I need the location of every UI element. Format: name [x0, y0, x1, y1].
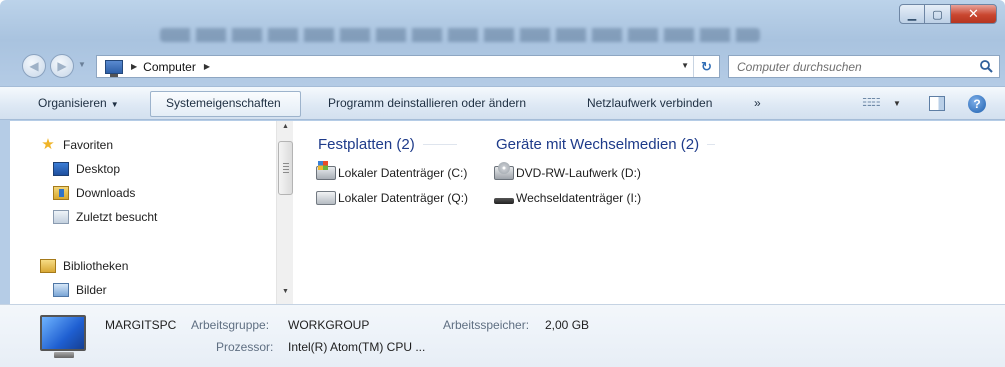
search-placeholder: Computer durchsuchen — [737, 59, 862, 74]
sidebar-item-downloads[interactable]: Downloads — [53, 183, 135, 203]
recent-pages-dropdown[interactable]: ▼ — [78, 60, 86, 69]
desktop-icon — [53, 162, 69, 176]
drive-label: Lokaler Datenträger (Q:) — [338, 191, 469, 205]
scroll-down-button[interactable]: ▼ — [277, 288, 294, 302]
grip-icon — [283, 163, 289, 173]
search-icon[interactable] — [979, 59, 993, 73]
hard-drive-icon — [316, 191, 336, 205]
sidebar-item-label: Favoriten — [63, 138, 114, 152]
back-button[interactable]: ◀ — [22, 54, 46, 78]
drive-label: Lokaler Datenträger (C:) — [338, 166, 468, 180]
blurred-title-text — [160, 28, 760, 42]
title-bar[interactable]: ▁ ▢ ✕ — [0, 0, 1005, 44]
preview-pane-icon[interactable] — [929, 96, 945, 111]
breadcrumb-separator[interactable]: ▶ — [131, 62, 137, 71]
address-dropdown[interactable]: ▼ — [681, 61, 689, 70]
navigation-scrollbar[interactable]: ▲ ▼ — [276, 121, 293, 304]
forward-button[interactable]: ▶ — [50, 54, 74, 78]
details-pane: MARGITSPC Arbeitsgruppe: WORKGROUP Arbei… — [0, 304, 1005, 367]
downloads-icon — [53, 186, 69, 200]
sidebar-item-label: Bilder — [76, 283, 107, 297]
monitor-icon — [40, 315, 86, 351]
content-pane: Festplatten (2) Geräte mit Wechselmedien… — [296, 121, 1005, 304]
library-icon — [40, 259, 56, 273]
caption-buttons: ▁ ▢ ✕ — [899, 4, 997, 26]
more-commands-button[interactable]: » — [754, 96, 761, 110]
breadcrumb-separator[interactable]: ▶ — [204, 62, 210, 71]
group-header-removable-devices[interactable]: Geräte mit Wechselmedien (2) — [496, 136, 716, 153]
group-title: Festplatten (2) — [318, 136, 415, 153]
sidebar-item-label: Bibliotheken — [63, 259, 129, 273]
map-network-drive-button[interactable]: Netzlaufwerk verbinden — [587, 96, 712, 110]
organize-label: Organisieren — [38, 96, 107, 110]
recent-places-icon — [53, 210, 69, 224]
group-divider — [422, 144, 457, 145]
processor-value: Intel(R) Atom(TM) CPU ... — [288, 340, 426, 354]
address-row: ◀ ▶ ▼ ▶ Computer ▶ ▼ ↻ Computer durchsuc… — [0, 50, 1005, 82]
sidebar-item-libraries[interactable]: Bibliotheken — [40, 256, 128, 276]
drive-item-c[interactable]: Lokaler Datenträger (C:) — [316, 161, 468, 183]
dvd-drive-icon — [494, 162, 514, 180]
minimize-button[interactable]: ▁ — [899, 4, 925, 24]
system-properties-button[interactable]: Systemeigenschaften — [166, 96, 281, 110]
drive-item-q[interactable]: Lokaler Datenträger (Q:) — [316, 188, 468, 208]
scroll-up-button[interactable]: ▲ — [277, 123, 294, 137]
group-header-hard-drives[interactable]: Festplatten (2) — [318, 136, 457, 153]
refresh-button[interactable]: ↻ — [693, 56, 719, 77]
computer-icon — [105, 59, 123, 77]
group-title: Geräte mit Wechselmedien (2) — [496, 136, 700, 153]
memory-label: Arbeitsspeicher: — [443, 318, 530, 332]
command-bar: Organisieren ▼ Systemeigenschaften Progra… — [0, 86, 1005, 120]
computer-name: MARGITSPC — [105, 318, 177, 332]
help-icon[interactable]: ? — [968, 95, 986, 113]
view-options-icon[interactable]: ☷☷ — [862, 96, 881, 109]
sidebar-item-desktop[interactable]: Desktop — [53, 159, 120, 179]
sidebar-item-label: Downloads — [76, 186, 136, 200]
explorer-window: ▁ ▢ ✕ ◀ ▶ ▼ ▶ Computer ▶ ▼ ↻ Computer du… — [0, 0, 1005, 367]
sidebar-item-recent-places[interactable]: Zuletzt besucht — [53, 207, 157, 227]
forward-arrow-icon: ▶ — [57, 59, 67, 73]
navigation-pane: ★ Favoriten Desktop Downloads Zuletzt be… — [10, 121, 296, 304]
drive-item-i[interactable]: Wechseldatenträger (I:) — [494, 188, 641, 208]
removable-drive-icon — [494, 198, 514, 204]
chevron-down-icon[interactable]: ▼ — [893, 99, 901, 108]
pictures-icon — [53, 283, 69, 297]
sidebar-item-favorites[interactable]: ★ Favoriten — [40, 135, 113, 155]
drive-label: Wechseldatenträger (I:) — [516, 191, 642, 205]
system-drive-icon — [316, 161, 336, 180]
close-button[interactable]: ✕ — [951, 4, 997, 24]
star-icon: ★ — [41, 136, 55, 153]
maximize-button[interactable]: ▢ — [925, 4, 951, 24]
drive-label: DVD-RW-Laufwerk (D:) — [516, 166, 641, 180]
processor-label: Prozessor: — [216, 340, 274, 354]
back-arrow-icon: ◀ — [29, 59, 39, 73]
workgroup-label: Arbeitsgruppe: — [191, 318, 270, 332]
memory-value: 2,00 GB — [545, 318, 590, 332]
sidebar-item-label: Desktop — [76, 162, 121, 176]
monitor-stand — [54, 352, 74, 358]
workgroup-value: WORKGROUP — [288, 318, 370, 332]
sidebar-item-pictures[interactable]: Bilder — [53, 280, 107, 300]
chevron-down-icon: ▼ — [110, 100, 119, 109]
group-divider — [707, 144, 716, 145]
scroll-thumb[interactable] — [278, 141, 293, 195]
main-area: ★ Favoriten Desktop Downloads Zuletzt be… — [10, 121, 1005, 304]
sidebar-item-label: Zuletzt besucht — [76, 210, 158, 224]
uninstall-program-button[interactable]: Programm deinstallieren oder ändern — [328, 96, 526, 110]
organize-menu[interactable]: Organisieren ▼ — [38, 96, 119, 110]
address-bar[interactable]: ▶ Computer ▶ ▼ ↻ — [96, 55, 720, 78]
search-input[interactable]: Computer durchsuchen — [728, 55, 1000, 78]
breadcrumb-computer[interactable]: Computer — [143, 60, 196, 74]
drive-item-d[interactable]: DVD-RW-Laufwerk (D:) — [494, 162, 641, 183]
refresh-icon: ↻ — [701, 58, 712, 74]
